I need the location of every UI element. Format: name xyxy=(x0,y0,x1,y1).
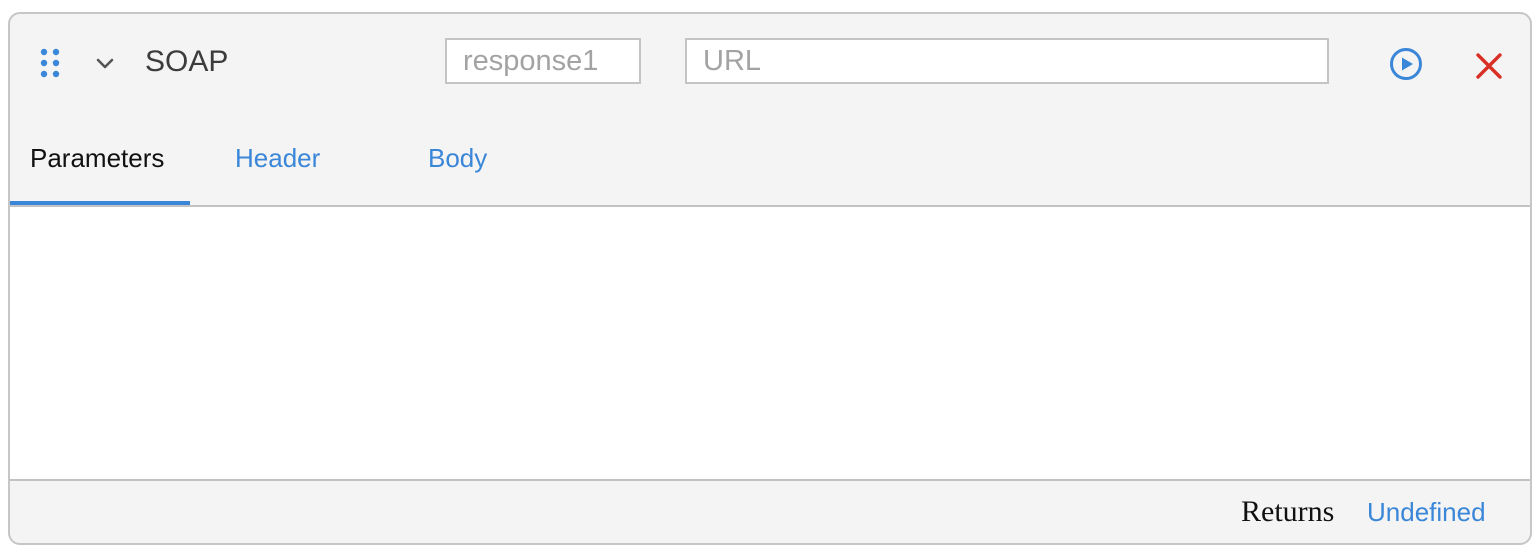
tab-body[interactable]: Body xyxy=(428,142,487,174)
url-input[interactable] xyxy=(685,38,1329,84)
soap-node-card: SOAP Parameters Header Body Returns Unde… xyxy=(8,12,1532,545)
drag-handle-icon[interactable] xyxy=(39,47,63,79)
close-icon xyxy=(1476,53,1502,79)
node-title: SOAP xyxy=(145,45,229,78)
response-variable-input[interactable] xyxy=(445,38,641,84)
parameters-panel xyxy=(10,207,1530,479)
run-button[interactable] xyxy=(1389,47,1423,81)
chevron-down-icon[interactable] xyxy=(94,54,116,74)
tab-header[interactable]: Header xyxy=(235,142,320,174)
returns-label: Returns xyxy=(1241,495,1335,528)
returns-type-link[interactable]: Undefined xyxy=(1367,496,1486,528)
close-button[interactable] xyxy=(1474,51,1504,81)
tab-parameters[interactable]: Parameters xyxy=(30,142,164,174)
play-circle-icon xyxy=(1390,48,1422,80)
footer-divider xyxy=(10,479,1530,481)
